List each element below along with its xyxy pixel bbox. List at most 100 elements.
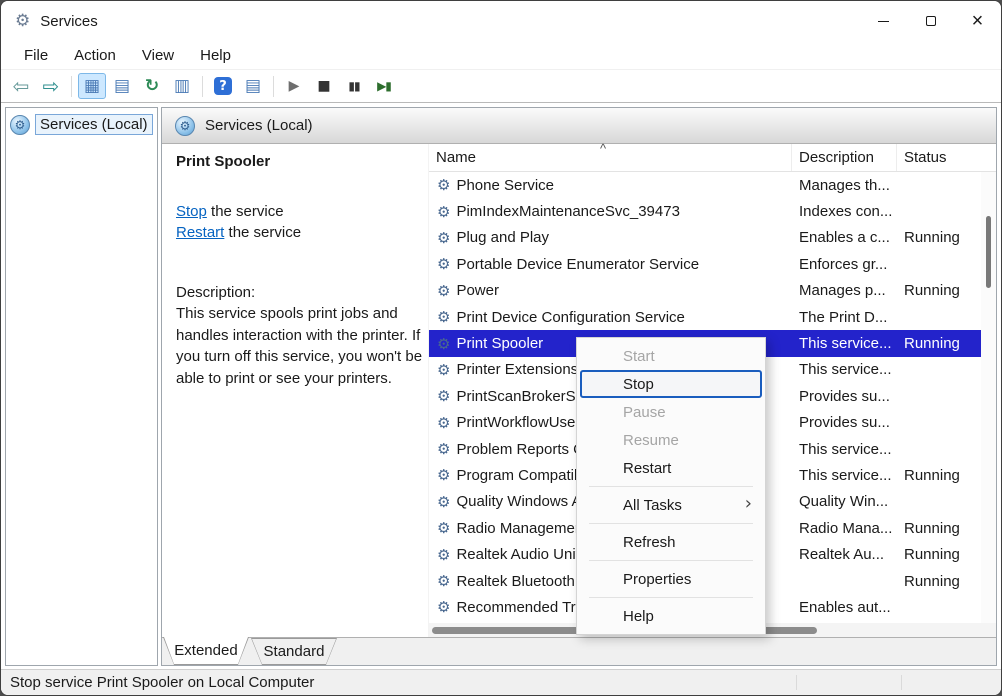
service-description-cell: This service... [792, 441, 897, 458]
vertical-scrollbar[interactable] [981, 172, 996, 623]
stop-service-icon-glyph: ■ [317, 79, 330, 93]
service-description-cell: Indexes con... [792, 203, 897, 220]
column-header-description[interactable]: Description [792, 144, 897, 171]
context-menu-item-start[interactable]: Start [577, 342, 765, 370]
properties-icon[interactable]: ▤ [108, 73, 136, 99]
submenu-arrow-icon: › [745, 493, 752, 514]
service-row-plug-and-play[interactable]: ⚙ Plug and Play Enables a c... Running [429, 225, 996, 251]
service-gear-icon: ⚙ [437, 229, 450, 247]
service-gear-icon: ⚙ [437, 466, 450, 484]
forward-icon[interactable]: ⇨ [37, 73, 65, 99]
tree-item-services-local[interactable]: ⚙ Services (Local) [10, 114, 153, 135]
service-name: Printer Extensions [456, 361, 578, 378]
show-console-tree-icon[interactable]: ▦ [78, 73, 106, 99]
menu-action[interactable]: Action [61, 44, 129, 67]
sort-ascending-icon: ^ [593, 141, 613, 156]
service-gear-icon: ⚙ [437, 387, 450, 405]
service-action-links: Stop the service Restart the service [176, 201, 420, 243]
service-name: Quality Windows A [456, 493, 581, 510]
context-menu-item-properties[interactable]: Properties [577, 565, 765, 593]
export-list-icon[interactable]: ▥ [168, 73, 196, 99]
help-icon-glyph: ? [214, 77, 232, 95]
context-menu-item-all-tasks[interactable]: All Tasks › [577, 491, 765, 519]
service-description: This service spools print jobs and handl… [176, 303, 428, 389]
window-title: Services [40, 13, 98, 30]
panel-header: ⚙ Services (Local) [162, 108, 996, 144]
context-menu-item-pause[interactable]: Pause [577, 398, 765, 426]
service-row-pimindexmaintenancesvc-39473[interactable]: ⚙ PimIndexMaintenanceSvc_39473 Indexes c… [429, 198, 996, 224]
context-menu-item-restart[interactable]: Restart [577, 454, 765, 482]
tab-label: Standard [264, 643, 325, 660]
panel-services-icon: ⚙ [175, 116, 195, 136]
service-name: Portable Device Enumerator Service [456, 256, 699, 273]
help-icon[interactable]: ? [209, 73, 237, 99]
close-button[interactable]: × [954, 1, 1001, 41]
restart-service-link[interactable]: Restart [176, 224, 224, 241]
forward-icon-glyph: ⇨ [43, 76, 60, 96]
minimize-icon [878, 21, 889, 22]
service-name: PimIndexMaintenanceSvc_39473 [456, 203, 679, 220]
stop-service-link[interactable]: Stop [176, 203, 207, 220]
context-menu-separator [589, 597, 753, 598]
pause-service-icon-glyph: ▮▮ [348, 80, 359, 92]
service-description-cell: Enables a c... [792, 229, 897, 246]
vertical-scrollbar-thumb[interactable] [986, 216, 991, 288]
service-name: Print Device Configuration Service [456, 309, 684, 326]
close-icon: × [972, 11, 984, 31]
toolbar-separator [202, 76, 203, 97]
services-window: ⚙ Services × FileActionViewHelp ⇦⇨▦▤↻▥?▤… [0, 0, 1002, 696]
service-gear-icon: ⚙ [437, 519, 450, 537]
menu-help[interactable]: Help [187, 44, 244, 67]
tab-extended[interactable]: Extended [163, 637, 249, 665]
pause-service-icon[interactable]: ▮▮ [340, 73, 368, 99]
service-name: Phone Service [456, 177, 554, 194]
refresh-icon[interactable]: ↻ [138, 73, 166, 99]
back-icon[interactable]: ⇦ [7, 73, 35, 99]
main-area: ⚙ Services (Local) ⚙ Services (Local) Pr… [1, 104, 1001, 669]
menu-view[interactable]: View [129, 44, 187, 67]
tab-standard[interactable]: Standard [251, 638, 337, 665]
window-icon-glyph: ▤ [245, 78, 261, 95]
service-name: PrintWorkflowUser [456, 414, 580, 431]
service-description-cell: Radio Mana... [792, 520, 897, 537]
stop-service-line: Stop the service [176, 201, 420, 222]
restart-service-suffix: the service [224, 224, 301, 241]
show-console-tree-icon-glyph: ▦ [84, 78, 100, 95]
restart-service-icon-glyph: ▶▮ [377, 80, 391, 92]
service-name: Realtek Bluetooth [456, 573, 574, 590]
description-label: Description: [176, 284, 420, 301]
column-header-status[interactable]: Status [897, 144, 996, 171]
context-menu-item-stop[interactable]: Stop [580, 370, 762, 398]
minimize-button[interactable] [860, 1, 907, 41]
services-emblem-icon: ⚙ [10, 115, 30, 135]
service-row-print-device-configuration-service[interactable]: ⚙ Print Device Configuration Service The… [429, 304, 996, 330]
service-gear-icon: ⚙ [437, 598, 450, 616]
service-description-cell: Realtek Au... [792, 546, 897, 563]
maximize-button[interactable] [907, 1, 954, 41]
extended-view-pane: Print Spooler Stop the service Restart t… [162, 144, 428, 637]
service-description-cell: Manages th... [792, 177, 897, 194]
statusbar: Stop service Print Spooler on Local Comp… [1, 669, 1001, 695]
stop-service-icon[interactable]: ■ [310, 73, 338, 99]
menu-file[interactable]: File [11, 44, 61, 67]
service-description-cell: This service... [792, 467, 897, 484]
service-gear-icon: ⚙ [437, 335, 450, 353]
window-icon[interactable]: ▤ [239, 73, 267, 99]
restart-service-icon[interactable]: ▶▮ [370, 73, 398, 99]
selected-service-title: Print Spooler [176, 153, 420, 170]
service-name: Plug and Play [456, 229, 549, 246]
service-row-power[interactable]: ⚙ Power Manages p... Running [429, 278, 996, 304]
context-menu-item-refresh[interactable]: Refresh [577, 528, 765, 556]
service-row-portable-device-enumerator-service[interactable]: ⚙ Portable Device Enumerator Service Enf… [429, 251, 996, 277]
context-menu-item-help[interactable]: Help [577, 602, 765, 630]
tab-label: Extended [174, 642, 237, 659]
start-service-icon[interactable]: ▶ [280, 73, 308, 99]
statusbar-text: Stop service Print Spooler on Local Comp… [10, 674, 314, 691]
stop-service-suffix: the service [207, 203, 284, 220]
service-row-phone-service[interactable]: ⚙ Phone Service Manages th... [429, 172, 996, 198]
service-gear-icon: ⚙ [437, 546, 450, 564]
list-header: Name Description Status ^ [429, 144, 996, 172]
toolbar-separator [273, 76, 274, 97]
context-menu-item-resume[interactable]: Resume [577, 426, 765, 454]
statusbar-divider [796, 675, 797, 690]
